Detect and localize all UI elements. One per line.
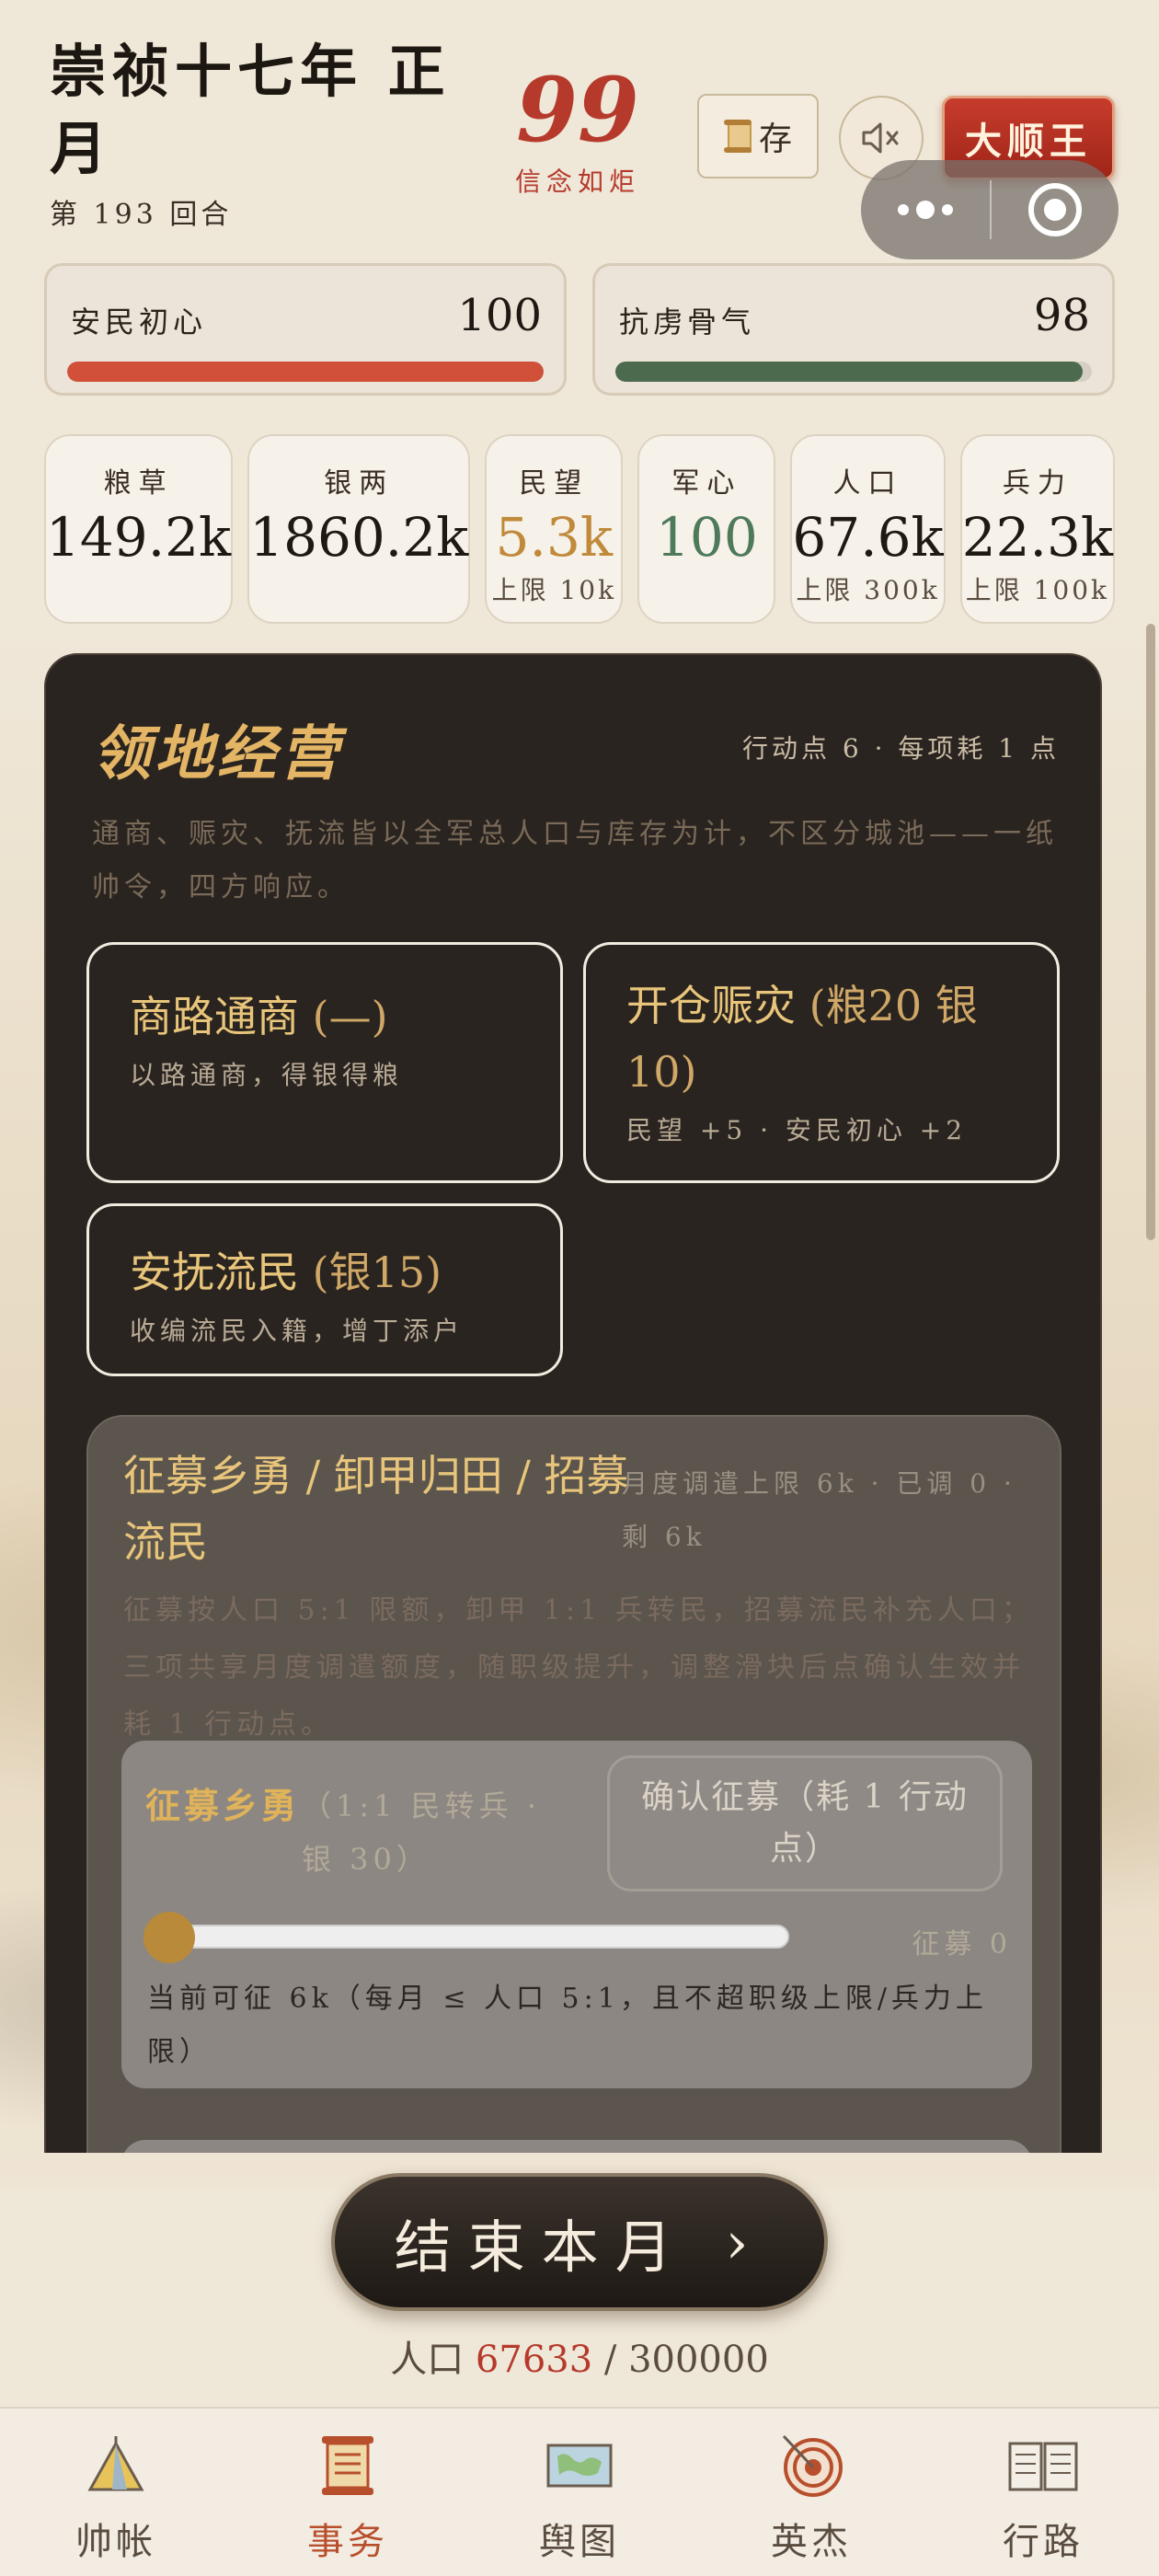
recruit-monthly-cap: 月度调遣上限 6k · 已调 0 · 剩 6k [622, 1468, 1016, 1552]
action-trade-button[interactable]: 商路通商 (—) 以路通商，得银得粮 [86, 942, 563, 1183]
nav-label: 事务 [307, 2521, 388, 2563]
confirm-recruit-button[interactable]: 确认征募（耗 1 行动点） [607, 1755, 1003, 1892]
stat-reputation: 民望 5.3k 上限 10k [485, 434, 624, 624]
recruit-description: 征募按人口 5:1 限额，卸甲 1:1 兵转民，招募流民补充人口；三项共享月度调… [123, 1594, 1034, 1741]
action-name: 开仓赈灾 [626, 981, 796, 1030]
header: 崇祯十七年 正月 第 193 回合 99 信念如炬 存 大顺王 [0, 0, 1159, 259]
meter-fill [615, 362, 1083, 382]
recruit-card-rate: （1:1 民转兵 · 银 30） [302, 1788, 542, 1877]
map-icon [546, 2444, 613, 2488]
next-card [121, 2140, 1032, 2153]
population-separator: / [592, 2339, 629, 2381]
population-summary: 人口 67633 / 300000 [0, 2329, 1159, 2383]
action-refugee-button[interactable]: 安抚流民 (银15) 收编流民入籍，增丁添户 [86, 1203, 563, 1376]
end-month-button[interactable]: 结束本月 › [331, 2173, 828, 2311]
turn-counter: 第 193 回合 [50, 199, 233, 231]
scroll-icon [723, 118, 752, 155]
nav-label: 英杰 [771, 2521, 852, 2563]
meter-label: 安民初心 [71, 305, 208, 339]
meter-anmin: 安民初心 100 [44, 263, 567, 396]
scroll-icon [322, 2436, 373, 2495]
tent-icon [87, 2436, 144, 2491]
stat-value: 100 [656, 506, 758, 569]
action-desc: 民望 +5 · 安民初心 +2 [626, 1115, 968, 1145]
nav-label: 行路 [1003, 2521, 1084, 2563]
stat-morale: 军心 100 [637, 434, 776, 624]
recruit-hint: 当前可征 6k（每月 ≤ 人口 5:1，且不超职级上限/兵力上限） [147, 1983, 988, 2068]
stat-label: 民望 [519, 467, 590, 500]
recruit-card: 征募乡勇 （1:1 民转兵 · 银 30） 确认征募（耗 1 行动点） 征募 0… [121, 1741, 1032, 2088]
resource-stats: 粮草 149.2k 银两 1860.2k 民望 5.3k 上限 10k 军心 1… [44, 434, 1115, 624]
stat-value: 22.3k [961, 506, 1113, 569]
faith-value: 99 [516, 58, 639, 162]
action-desc: 以路通商，得银得粮 [130, 1060, 404, 1090]
nav-item-tent[interactable]: 帅帐 [0, 2409, 232, 2576]
nav-label: 舆图 [539, 2521, 620, 2563]
recruit-card-title: 征募乡勇 [145, 1785, 301, 1826]
chevron-right-icon: › [725, 2208, 765, 2276]
save-label: 存 [758, 121, 792, 158]
panel-title: 领地经营 [92, 719, 342, 788]
nav-item-journey[interactable]: 行路 [927, 2409, 1159, 2576]
panel-description: 通商、赈灾、抚流皆以全军总人口与库存为计，不区分城池——一纸帅令，四方响应。 [92, 818, 1058, 903]
end-month-label: 结束本月 [394, 2214, 689, 2281]
stat-label: 人口 [832, 467, 903, 500]
action-cost: (—) [312, 992, 388, 1041]
stat-value: 5.3k [495, 506, 613, 569]
stat-troops: 兵力 22.3k 上限 100k [959, 434, 1115, 624]
action-relief-button[interactable]: 开仓赈灾 (粮20 银10) 民望 +5 · 安民初心 +2 [583, 942, 1060, 1183]
action-desc: 收编流民入籍，增丁添户 [130, 1316, 465, 1346]
stat-label: 粮草 [103, 467, 174, 500]
meter-track [67, 362, 544, 382]
stat-label: 银两 [324, 467, 395, 500]
stat-label: 军心 [671, 467, 742, 500]
more-menu-icon[interactable] [861, 160, 990, 259]
save-button[interactable]: 存 [697, 94, 819, 178]
nav-item-heroes[interactable]: 英杰 [695, 2409, 927, 2576]
stat-silver: 银两 1860.2k [247, 434, 471, 624]
action-cost: (银15) [312, 1248, 442, 1297]
target-icon [782, 2434, 843, 2497]
population-max: 300000 [628, 2339, 769, 2381]
bottom-nav: 帅帐 事务 舆图 英杰 行路 [0, 2407, 1159, 2576]
miniprogram-capsule [861, 160, 1119, 259]
close-miniprogram-icon[interactable] [992, 183, 1119, 236]
stat-label: 兵力 [1002, 467, 1073, 500]
meter-label: 抗虏骨气 [619, 305, 756, 339]
nav-label: 帅帐 [75, 2521, 156, 2563]
meter-value: 100 [457, 290, 542, 341]
speaker-muted-icon [862, 122, 899, 154]
meter-track [615, 362, 1092, 382]
recruit-title: 征募乡勇 / 卸甲归田 / 招募流民 [123, 1451, 629, 1567]
action-points: 行动点 6 · 每项耗 1 点 [741, 733, 1060, 764]
faith-indicator: 99 信念如炬 [504, 64, 651, 199]
stat-population: 人口 67.6k 上限 300k [790, 434, 946, 624]
population-current: 67633 [475, 2339, 593, 2381]
meter-fill [67, 362, 544, 382]
action-name: 安抚流民 [130, 1248, 299, 1297]
nav-item-affairs[interactable]: 事务 [232, 2409, 464, 2576]
meter-kanglu: 抗虏骨气 98 [592, 263, 1115, 396]
stat-grain: 粮草 149.2k [44, 434, 234, 624]
territory-panel: 领地经营 行动点 6 · 每项耗 1 点 通商、赈灾、抚流皆以全军总人口与库存为… [44, 653, 1102, 2153]
stat-cap: 上限 100k [965, 575, 1109, 605]
era-title: 崇祯十七年 正月 [50, 38, 451, 182]
stat-cap: 上限 10k [491, 575, 617, 605]
recruit-section: 征募乡勇 / 卸甲归田 / 招募流民 月度调遣上限 6k · 已调 0 · 剩 … [86, 1415, 1061, 2153]
stat-value: 1860.2k [249, 506, 469, 569]
recruit-slider-track[interactable] [155, 1925, 789, 1949]
book-icon [1008, 2442, 1078, 2491]
stat-value: 67.6k [792, 506, 944, 569]
action-name: 商路通商 [130, 992, 299, 1041]
population-prefix: 人口 [390, 2339, 476, 2381]
faith-label: 信念如炬 [514, 167, 640, 197]
recruit-slider-handle[interactable] [143, 1912, 195, 1963]
nav-item-map[interactable]: 舆图 [464, 2409, 695, 2576]
recruit-slider-value: 征募 0 [912, 1928, 1012, 1961]
meter-value: 98 [1033, 290, 1090, 341]
scrollbar[interactable] [1146, 624, 1155, 1240]
stat-value: 149.2k [46, 506, 232, 569]
stat-cap: 上限 300k [796, 575, 940, 605]
